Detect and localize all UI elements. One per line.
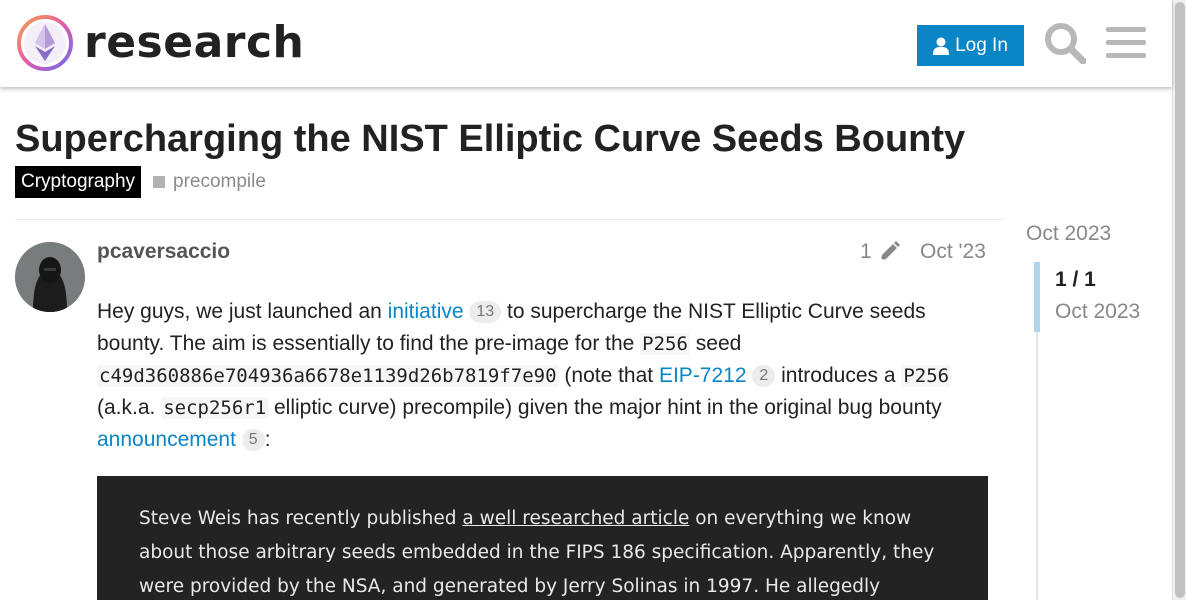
- post-body: Hey guys, we just launched an initiative…: [97, 296, 989, 456]
- initiative-link[interactable]: initiative: [388, 300, 464, 323]
- timeline-current-date: Oct 2023: [1055, 300, 1141, 323]
- site-name: research: [84, 17, 305, 68]
- inline-code: c49d360886e704936a6678e1139d26b7819f7e90: [97, 365, 559, 387]
- eip-7212-link[interactable]: EIP-7212: [659, 364, 747, 387]
- edit-count: 1: [860, 240, 872, 263]
- pencil-icon: [879, 241, 900, 261]
- login-button[interactable]: Log In: [917, 25, 1024, 66]
- post-text: :: [264, 428, 271, 451]
- post-text: seed: [689, 332, 742, 355]
- inline-code: P256: [640, 333, 690, 355]
- link-click-count: 2: [752, 365, 776, 387]
- post-date[interactable]: Oct '23: [920, 240, 986, 264]
- post-username[interactable]: pcaversaccio: [97, 240, 230, 264]
- category-badge[interactable]: Cryptography: [15, 166, 142, 198]
- user-icon: [933, 37, 950, 55]
- avatar-image: [15, 242, 85, 312]
- announcement-link[interactable]: announcement: [97, 428, 236, 451]
- link-click-count: 13: [469, 301, 502, 323]
- topic-title[interactable]: Supercharging the NIST Elliptic Curve Se…: [15, 118, 965, 161]
- timeline-position: 1 / 1: [1055, 268, 1096, 291]
- quote-text: Steve Weis has recently published: [139, 508, 463, 529]
- page: research Log In Supercharging the NIST E…: [0, 0, 1186, 600]
- hamburger-menu-icon[interactable]: [1106, 26, 1146, 60]
- edit-history[interactable]: 1: [860, 240, 900, 264]
- timeline-start-date[interactable]: Oct 2023: [1026, 222, 1111, 246]
- tag-label: precompile: [173, 171, 266, 192]
- post-text: (a.k.a.: [97, 396, 162, 419]
- tag-precompile[interactable]: precompile: [153, 166, 266, 198]
- site-header: research Log In: [0, 0, 1172, 87]
- post-text: (note that: [558, 364, 659, 387]
- site-logo[interactable]: research: [16, 14, 304, 72]
- tag-square-icon: [153, 176, 165, 188]
- search-icon[interactable]: [1044, 22, 1086, 64]
- timeline-scroller-handle[interactable]: [1034, 262, 1040, 332]
- post-text: introduces a: [775, 364, 902, 387]
- post-text: elliptic curve) precompile) given the ma…: [268, 396, 942, 419]
- quote-image-text: Steve Weis has recently published a well…: [139, 502, 959, 600]
- post-text: Hey guys, we just launched an: [97, 300, 388, 323]
- logo-icon: [17, 15, 73, 71]
- inline-code: secp256r1: [161, 397, 269, 419]
- link-click-count: 5: [241, 429, 265, 451]
- scrollbar-thumb[interactable]: [1175, 2, 1185, 598]
- quote-article-link: a well researched article: [462, 508, 690, 529]
- inline-code: P256: [901, 365, 952, 387]
- avatar[interactable]: [15, 242, 85, 312]
- page-scrollbar[interactable]: [1172, 0, 1186, 600]
- topic-divider: [15, 219, 1004, 220]
- login-label: Log In: [955, 34, 1008, 56]
- quote-image[interactable]: Steve Weis has recently published a well…: [97, 476, 988, 600]
